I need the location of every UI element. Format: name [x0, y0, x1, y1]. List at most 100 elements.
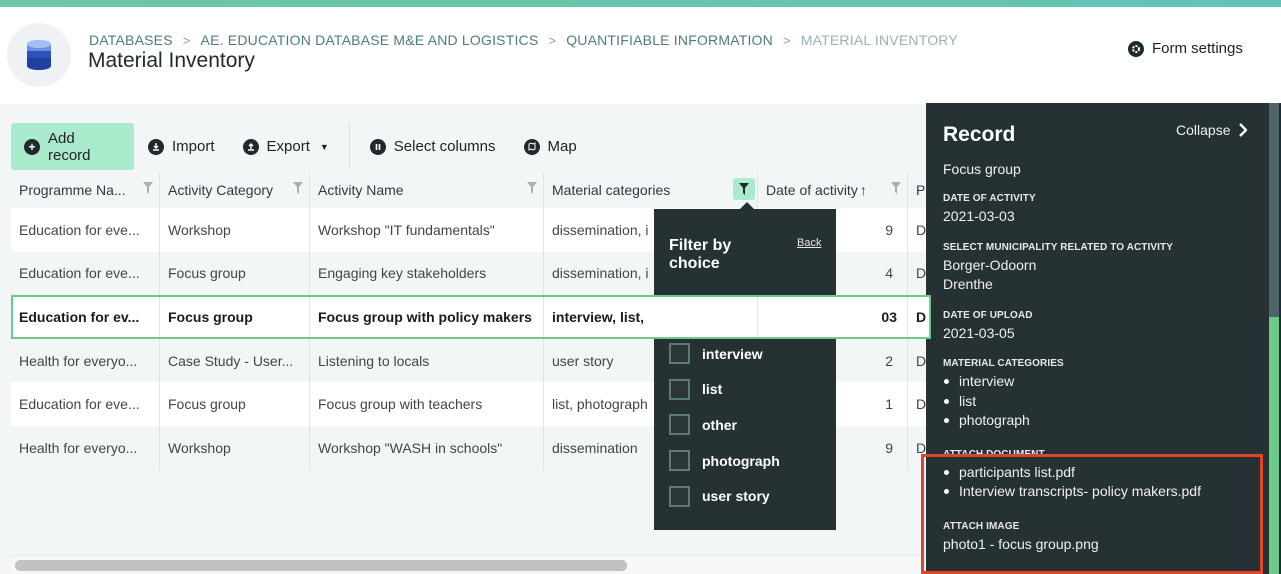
select-columns-label: Select columns — [393, 138, 496, 155]
cell-p: D — [916, 308, 927, 325]
cell-date: 03 — [758, 295, 908, 339]
document-link[interactable]: participants list.pdf — [943, 463, 1263, 483]
toolbar: + Add record Import Export ▼ Select colu… — [11, 123, 591, 170]
cell-materials: interview, list, — [544, 295, 758, 339]
field-date-of-activity: DATE OF ACTIVITY 2021-03-03 — [943, 193, 1036, 224]
filter-option-other[interactable]: other — [669, 407, 796, 443]
cell-programme: Health for everyo... — [11, 425, 160, 470]
cell-name: Engaging key stakeholders — [310, 251, 544, 296]
breadcrumb-databases[interactable]: DATABASES — [89, 32, 173, 48]
filter-icon[interactable] — [143, 182, 153, 194]
top-accent-bar — [0, 0, 1281, 7]
filter-option-photograph[interactable]: photograph — [669, 443, 796, 479]
checkbox[interactable] — [669, 343, 690, 365]
select-columns-button[interactable]: Select columns — [356, 123, 510, 170]
breadcrumb-folder[interactable]: QUANTIFIABLE INFORMATION — [566, 32, 773, 48]
add-record-label: Add record — [48, 129, 91, 164]
gear-icon — [1128, 40, 1144, 57]
filter-active-icon[interactable] — [733, 178, 755, 200]
cell-name: Workshop "WASH in schools" — [310, 425, 544, 470]
breadcrumb: DATABASES > AE. EDUCATION DATABASE M&E A… — [89, 32, 958, 48]
filter-icon[interactable] — [293, 182, 303, 194]
cell-programme: Education for eve... — [11, 208, 160, 252]
columns-icon — [369, 138, 386, 155]
cell-programme: Education for eve... — [11, 382, 160, 426]
checkbox[interactable] — [669, 378, 690, 400]
breadcrumb-separator-icon: > — [782, 32, 791, 48]
export-icon — [242, 138, 259, 155]
table-row-selected[interactable]: Education for ev... Focus group Focus gr… — [11, 295, 931, 339]
record-panel-title: Record — [943, 123, 1016, 146]
record-panel: Record Collapse Focus group DATE OF ACTI… — [926, 103, 1269, 574]
cell-category: Focus group — [160, 382, 310, 426]
cell-category: Workshop — [160, 425, 310, 470]
record-subtitle: Focus group — [943, 161, 1021, 177]
record-details: Focus group DATE OF ACTIVITY 2021-03-03 … — [943, 161, 1263, 569]
list-item: interview — [943, 372, 1263, 392]
checkbox[interactable] — [669, 414, 690, 436]
import-icon — [148, 138, 164, 155]
map-button[interactable]: Map — [510, 123, 591, 170]
breadcrumb-separator-icon: > — [548, 32, 557, 48]
document-link[interactable]: Interview transcripts- policy makers.pdf — [943, 482, 1263, 502]
cell-programme: Health for everyo... — [11, 338, 160, 383]
cell-name: Focus group with policy makers — [310, 295, 544, 339]
page-header: DATABASES > AE. EDUCATION DATABASE M&E A… — [0, 7, 1281, 104]
chevron-right-icon — [1239, 123, 1248, 137]
cell-programme: Education for eve... — [11, 251, 160, 296]
field-material-categories: MATERIAL CATEGORIES interview list photo… — [943, 358, 1263, 431]
cell-programme: Education for ev... — [11, 295, 160, 339]
form-settings-button[interactable]: Form settings — [1128, 40, 1243, 57]
map-icon — [523, 138, 540, 155]
filter-option-interview[interactable]: interview — [669, 336, 796, 372]
field-date-of-upload: DATE OF UPLOAD 2021-03-05 — [943, 309, 1033, 341]
import-label: Import — [172, 138, 215, 155]
column-header-date-of-activity[interactable]: Date of activity ↑ — [758, 172, 908, 208]
filter-popup-title: Filter by choice — [669, 237, 732, 272]
cell-category: Focus group — [160, 295, 310, 339]
map-label: Map — [547, 138, 577, 155]
field-attach-document: ATTACH DOCUMENT participants list.pdf In… — [943, 449, 1263, 502]
form-settings-label: Form settings — [1152, 40, 1243, 57]
back-link[interactable]: Back — [797, 237, 821, 249]
import-button[interactable]: Import — [134, 123, 229, 170]
filter-option-user-story[interactable]: user story — [669, 478, 796, 514]
breadcrumb-current: MATERIAL INVENTORY — [800, 32, 958, 48]
plus-icon: + — [24, 138, 40, 155]
page-title: Material Inventory — [88, 49, 255, 72]
filter-icon[interactable] — [527, 182, 537, 194]
caret-down-icon: ▼ — [319, 141, 329, 152]
toolbar-divider — [348, 123, 350, 170]
cell-category: Case Study - User... — [160, 338, 310, 383]
cell-name: Workshop "IT fundamentals" — [310, 208, 544, 252]
checkbox[interactable] — [669, 485, 690, 507]
add-record-button[interactable]: + Add record — [11, 123, 134, 170]
filter-option-list[interactable]: list — [669, 371, 796, 407]
sort-ascending-icon: ↑ — [859, 182, 867, 198]
field-attach-image: ATTACH IMAGE photo1 - focus group.png — [943, 521, 1263, 555]
list-item: photograph — [943, 411, 1263, 431]
table-header: Programme Na... Activity Category Activi… — [11, 172, 931, 208]
database-icon — [7, 23, 71, 87]
image-link[interactable]: photo1 - focus group.png — [943, 535, 1263, 555]
column-header-material-categories[interactable]: Material categories — [544, 172, 758, 208]
breadcrumb-database[interactable]: AE. EDUCATION DATABASE M&E AND LOGISTICS — [201, 32, 539, 48]
breadcrumb-separator-icon: > — [182, 32, 191, 48]
list-item: list — [943, 392, 1263, 412]
scrollbar-thumb[interactable] — [15, 560, 627, 571]
export-button[interactable]: Export ▼ — [229, 123, 343, 170]
cell-name: Listening to locals — [310, 338, 544, 383]
cell-category: Workshop — [160, 208, 310, 252]
horizontal-scrollbar[interactable] — [11, 555, 926, 574]
column-header-activity-category[interactable]: Activity Category — [160, 172, 310, 208]
export-label: Export — [266, 138, 310, 155]
filter-popup: Filter by choice Back dissemination inte… — [654, 202, 836, 530]
column-header-programme[interactable]: Programme Na... — [11, 172, 160, 208]
field-municipality: SELECT MUNICIPALITY RELATED TO ACTIVITY … — [943, 241, 1174, 293]
checkbox[interactable] — [669, 450, 690, 472]
collapse-button[interactable]: Collapse — [1176, 122, 1248, 138]
column-header-activity-name[interactable]: Activity Name — [310, 172, 544, 208]
filter-icon[interactable] — [891, 182, 901, 194]
cell-category: Focus group — [160, 251, 310, 296]
cell-name: Focus group with teachers — [310, 382, 544, 426]
